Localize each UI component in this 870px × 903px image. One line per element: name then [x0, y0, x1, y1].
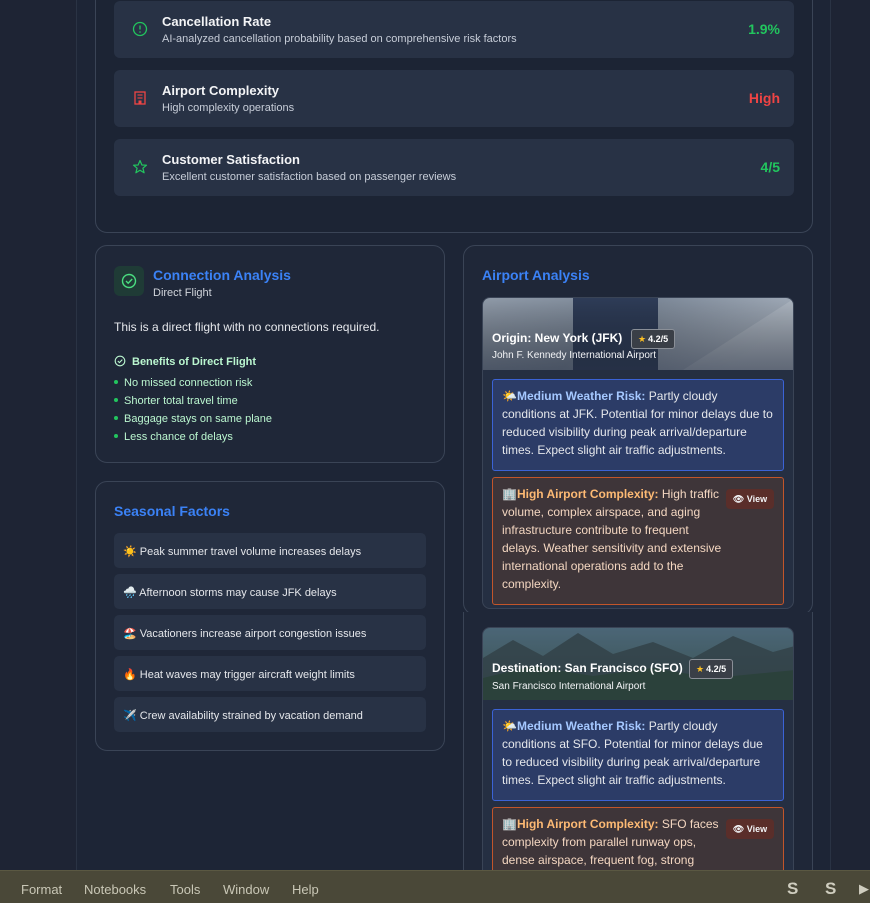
menu-format[interactable]: Format	[21, 882, 62, 897]
origin-complexity-risk: 🏢High Airport Complexity: High traffic v…	[492, 477, 784, 605]
origin-airport-title: Origin: New York (JFK)	[492, 331, 623, 345]
metric-customer-satisfaction: Customer Satisfaction Excellent customer…	[114, 139, 794, 196]
seasonal-factors-title: Seasonal Factors	[114, 503, 230, 519]
menu-bar: Format Notebooks Tools Window Help S S ▶	[0, 870, 870, 903]
view-button[interactable]: 👁 View	[726, 489, 774, 509]
s-logo-icon[interactable]: S	[825, 879, 836, 899]
menu-help[interactable]: Help	[292, 882, 319, 897]
check-circle-icon	[114, 355, 126, 367]
metric-description: AI-analyzed cancellation probability bas…	[162, 33, 517, 45]
metric-airport-complexity: Airport Complexity High complexity opera…	[114, 70, 794, 127]
destination-rating-badge: ★ 4.2/5	[689, 659, 734, 679]
menu-tools[interactable]: Tools	[170, 882, 200, 897]
building-icon: 🏢	[502, 487, 517, 501]
connection-analysis-title: Connection Analysis	[153, 267, 291, 283]
sun-cloud-icon: 🌤️	[502, 719, 517, 733]
star-icon	[132, 159, 148, 174]
check-circle-icon	[114, 266, 144, 296]
airport-analysis-title: Airport Analysis	[482, 267, 590, 283]
origin-airport-name: John F. Kennedy International Airport	[492, 350, 656, 361]
metric-title: Airport Complexity	[162, 83, 280, 98]
star-icon: ★	[638, 334, 647, 344]
view-button[interactable]: 👁 View	[726, 819, 774, 839]
metric-cancellation-rate: Cancellation Rate AI-analyzed cancellati…	[114, 1, 794, 58]
metric-description: High complexity operations	[162, 102, 295, 114]
metric-value: 1.9%	[748, 21, 780, 37]
seasonal-factor-item: 🏖️ Vacationers increase airport congesti…	[114, 615, 426, 650]
destination-airport-name: San Francisco International Airport	[492, 681, 646, 692]
building-icon: 🏢	[502, 817, 517, 831]
connection-type: Direct Flight	[153, 287, 212, 299]
star-icon: ★	[696, 664, 705, 674]
metric-title: Customer Satisfaction	[162, 152, 300, 167]
eye-icon: 👁	[732, 494, 745, 504]
benefit-item: Less chance of delays	[114, 431, 233, 443]
metric-value: High	[748, 90, 780, 106]
metric-description: Excellent customer satisfaction based on…	[162, 171, 457, 183]
menu-notebooks[interactable]: Notebooks	[84, 882, 146, 897]
s-logo-icon[interactable]: S	[787, 879, 798, 899]
origin-weather-risk: 🌤️Medium Weather Risk: Partly cloudy con…	[492, 379, 784, 471]
play-circle-icon[interactable]: ▶	[859, 881, 869, 897]
eye-icon: 👁	[732, 824, 745, 834]
origin-airport-card: Origin: New York (JFK) ★ 4.2/5 John F. Ke…	[482, 297, 794, 609]
benefit-item: Shorter total travel time	[114, 395, 238, 407]
benefits-title: Benefits of Direct Flight	[132, 356, 257, 368]
destination-airport-title: Destination: San Francisco (SFO)	[492, 661, 683, 675]
seasonal-factor-item: ✈️ Crew availability strained by vacatio…	[114, 697, 426, 732]
seasonal-factor-item: ☀️ Peak summer travel volume increases d…	[114, 533, 426, 568]
origin-rating-badge: ★ 4.2/5	[631, 329, 676, 349]
destination-weather-risk: 🌤️Medium Weather Risk: Partly cloudy con…	[492, 709, 784, 801]
alert-circle-icon	[132, 21, 148, 37]
metric-value: 4/5	[760, 159, 780, 175]
connection-description: This is a direct flight with no connecti…	[114, 320, 380, 334]
building-icon	[134, 91, 146, 105]
destination-airport-card: Destination: San Francisco (SFO) ★ 4.2/5 …	[482, 627, 794, 887]
sun-cloud-icon: 🌤️	[502, 389, 517, 403]
metric-title: Cancellation Rate	[162, 14, 272, 29]
benefit-item: Baggage stays on same plane	[114, 413, 272, 425]
seasonal-factor-item: 🌧️ Afternoon storms may cause JFK delays	[114, 574, 426, 609]
seasonal-factor-item: 🔥 Heat waves may trigger aircraft weight…	[114, 656, 426, 691]
menu-window[interactable]: Window	[223, 882, 269, 897]
benefit-item: No missed connection risk	[114, 377, 252, 389]
